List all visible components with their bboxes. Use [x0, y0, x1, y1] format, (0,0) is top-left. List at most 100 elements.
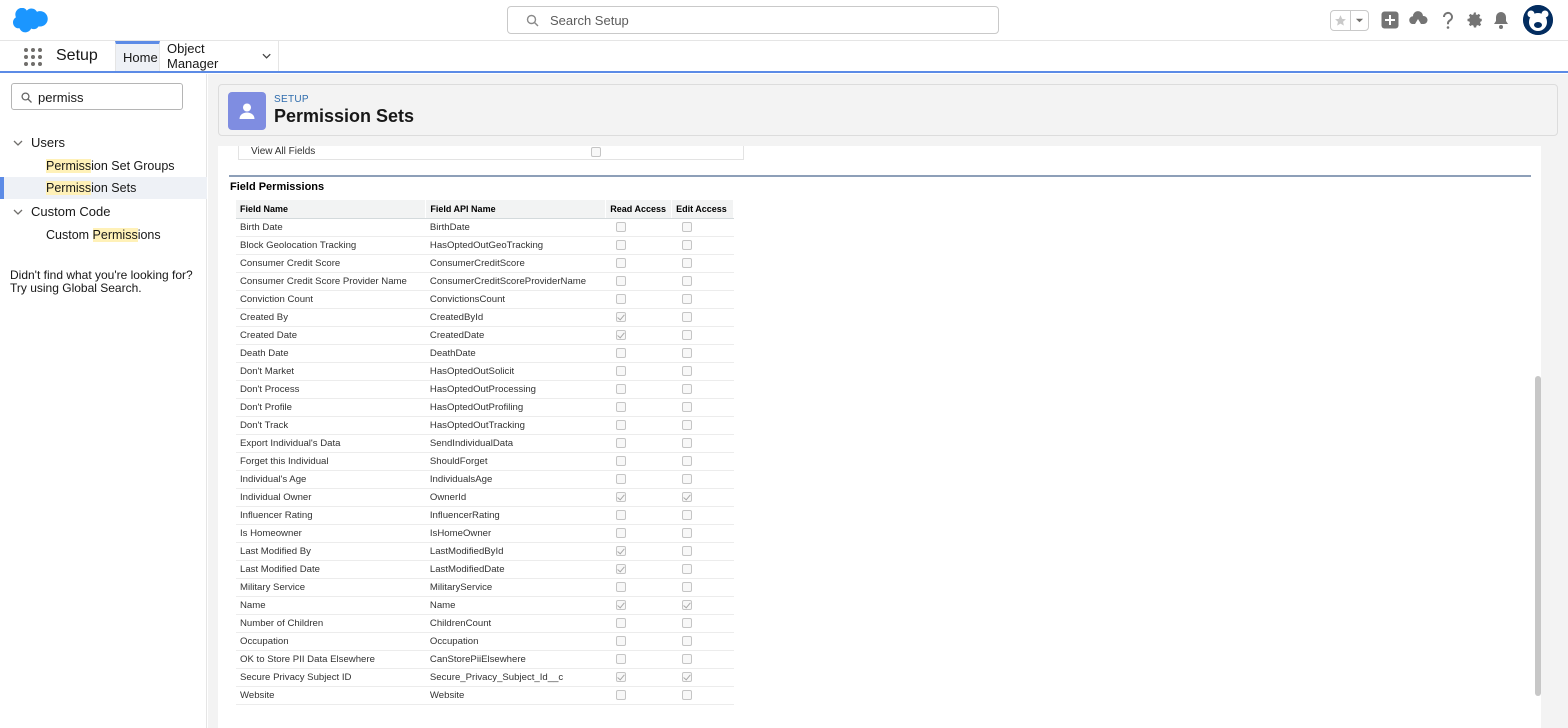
- read-access-checkbox[interactable]: [615, 329, 626, 340]
- edit-access-checkbox[interactable]: [681, 473, 692, 484]
- edit-access-checkbox[interactable]: [681, 239, 692, 250]
- field-name-cell: Export Individual's Data: [236, 434, 426, 453]
- quick-find-input[interactable]: [38, 88, 178, 106]
- edit-access-checkbox[interactable]: [681, 257, 692, 268]
- edit-access-checkbox[interactable]: [681, 419, 692, 430]
- favorites-star-button[interactable]: [1331, 11, 1351, 30]
- read-access-checkbox[interactable]: [615, 419, 626, 430]
- edit-access-cell: [671, 362, 734, 381]
- sidebar-item-permission-set-groups[interactable]: Permission Set Groups: [0, 155, 207, 177]
- field-permissions-heading: Field Permissions: [230, 181, 325, 193]
- edit-access-checkbox[interactable]: [681, 599, 692, 610]
- global-search-input[interactable]: [550, 10, 980, 30]
- table-row: Block Geolocation Tracking HasOptedOutGeo…: [236, 236, 734, 255]
- field-permissions-table: Field Name Field API Name Read Access Ed…: [236, 200, 734, 705]
- edit-access-checkbox[interactable]: [681, 275, 692, 286]
- edit-access-checkbox[interactable]: [681, 671, 692, 682]
- edit-access-checkbox[interactable]: [681, 581, 692, 592]
- edit-access-checkbox[interactable]: [681, 311, 692, 322]
- field-api-name-cell: LastModifiedById: [425, 542, 606, 561]
- edit-access-checkbox[interactable]: [681, 689, 692, 700]
- read-access-checkbox[interactable]: [615, 239, 626, 250]
- trailhead-button[interactable]: [1408, 10, 1428, 30]
- read-access-checkbox[interactable]: [615, 563, 626, 574]
- edit-access-checkbox[interactable]: [681, 401, 692, 412]
- edit-access-checkbox[interactable]: [681, 347, 692, 358]
- read-access-checkbox[interactable]: [615, 383, 626, 394]
- read-access-checkbox[interactable]: [615, 599, 626, 610]
- edit-access-checkbox[interactable]: [681, 329, 692, 340]
- avatar[interactable]: [1523, 5, 1553, 35]
- setup-gear-button[interactable]: [1465, 10, 1485, 30]
- tree-group-custom-code[interactable]: Custom Code: [13, 204, 110, 219]
- global-actions-button[interactable]: [1380, 10, 1400, 30]
- read-access-checkbox[interactable]: [615, 527, 626, 538]
- read-access-checkbox[interactable]: [615, 365, 626, 376]
- read-access-checkbox[interactable]: [615, 509, 626, 520]
- edit-access-checkbox[interactable]: [681, 509, 692, 520]
- read-access-checkbox[interactable]: [615, 221, 626, 232]
- edit-access-cell: [671, 524, 734, 543]
- chevron-down-icon[interactable]: [262, 51, 271, 61]
- read-access-checkbox[interactable]: [615, 347, 626, 358]
- read-access-cell: [605, 488, 672, 507]
- notifications-button[interactable]: [1491, 10, 1511, 30]
- edit-access-checkbox[interactable]: [681, 455, 692, 466]
- edit-access-checkbox[interactable]: [681, 437, 692, 448]
- read-access-checkbox[interactable]: [615, 437, 626, 448]
- section-divider: [229, 175, 1531, 177]
- edit-access-checkbox[interactable]: [681, 545, 692, 556]
- view-all-fields-checkbox[interactable]: [591, 147, 601, 157]
- table-row: Conviction Count ConvictionsCount: [236, 290, 734, 309]
- edit-access-checkbox[interactable]: [681, 653, 692, 664]
- help-button[interactable]: [1438, 10, 1458, 30]
- read-access-checkbox[interactable]: [615, 491, 626, 502]
- scrollbar-thumb[interactable]: [1535, 376, 1541, 696]
- sidebar-item-custom-permissions[interactable]: Custom Permissions: [0, 224, 207, 246]
- global-search-box[interactable]: [507, 6, 999, 34]
- read-access-checkbox[interactable]: [615, 545, 626, 556]
- quick-find-box[interactable]: [11, 83, 183, 110]
- read-access-checkbox[interactable]: [615, 293, 626, 304]
- read-access-checkbox[interactable]: [615, 635, 626, 646]
- read-access-checkbox[interactable]: [615, 671, 626, 682]
- table-row: Created Date CreatedDate: [236, 326, 734, 345]
- favorites-dropdown-button[interactable]: [1351, 11, 1368, 30]
- edit-access-checkbox[interactable]: [681, 491, 692, 502]
- field-name-cell: OK to Store PII Data Elsewhere: [236, 650, 426, 669]
- table-row: Individual Owner OwnerId: [236, 488, 734, 507]
- app-launcher-icon[interactable]: [24, 48, 42, 66]
- search-icon: [21, 92, 32, 103]
- sidebar-item-permission-sets[interactable]: Permission Sets: [0, 177, 207, 199]
- read-access-checkbox[interactable]: [615, 455, 626, 466]
- table-row: Last Modified Date LastModifiedDate: [236, 560, 734, 579]
- read-access-checkbox[interactable]: [615, 653, 626, 664]
- help-icon: [1442, 11, 1453, 29]
- read-access-checkbox[interactable]: [615, 689, 626, 700]
- edit-access-checkbox[interactable]: [681, 365, 692, 376]
- search-match-highlight: Permiss: [46, 181, 92, 195]
- edit-access-checkbox[interactable]: [681, 563, 692, 574]
- tab-home[interactable]: Home: [115, 41, 160, 71]
- read-access-checkbox[interactable]: [615, 311, 626, 322]
- tab-object-manager[interactable]: Object Manager: [160, 41, 279, 71]
- favorites-control[interactable]: [1330, 10, 1369, 31]
- read-access-checkbox[interactable]: [615, 473, 626, 484]
- read-access-checkbox[interactable]: [615, 257, 626, 268]
- read-access-checkbox[interactable]: [615, 401, 626, 412]
- edit-access-checkbox[interactable]: [681, 635, 692, 646]
- sidebar-item-label-prefix: Custom: [46, 228, 93, 242]
- not-found-hint: Didn't find what you're looking for? Try…: [10, 269, 200, 295]
- edit-access-checkbox[interactable]: [681, 617, 692, 628]
- edit-access-checkbox[interactable]: [681, 527, 692, 538]
- edit-access-checkbox[interactable]: [681, 221, 692, 232]
- edit-access-checkbox[interactable]: [681, 383, 692, 394]
- field-api-name-cell: CreatedById: [425, 308, 606, 327]
- read-access-checkbox[interactable]: [615, 275, 626, 286]
- salesforce-cloud-logo[interactable]: [13, 8, 49, 33]
- read-access-checkbox[interactable]: [615, 581, 626, 592]
- edit-access-checkbox[interactable]: [681, 293, 692, 304]
- read-access-checkbox[interactable]: [615, 617, 626, 628]
- tree-group-users[interactable]: Users: [13, 135, 65, 150]
- table-row: Created By CreatedById: [236, 308, 734, 327]
